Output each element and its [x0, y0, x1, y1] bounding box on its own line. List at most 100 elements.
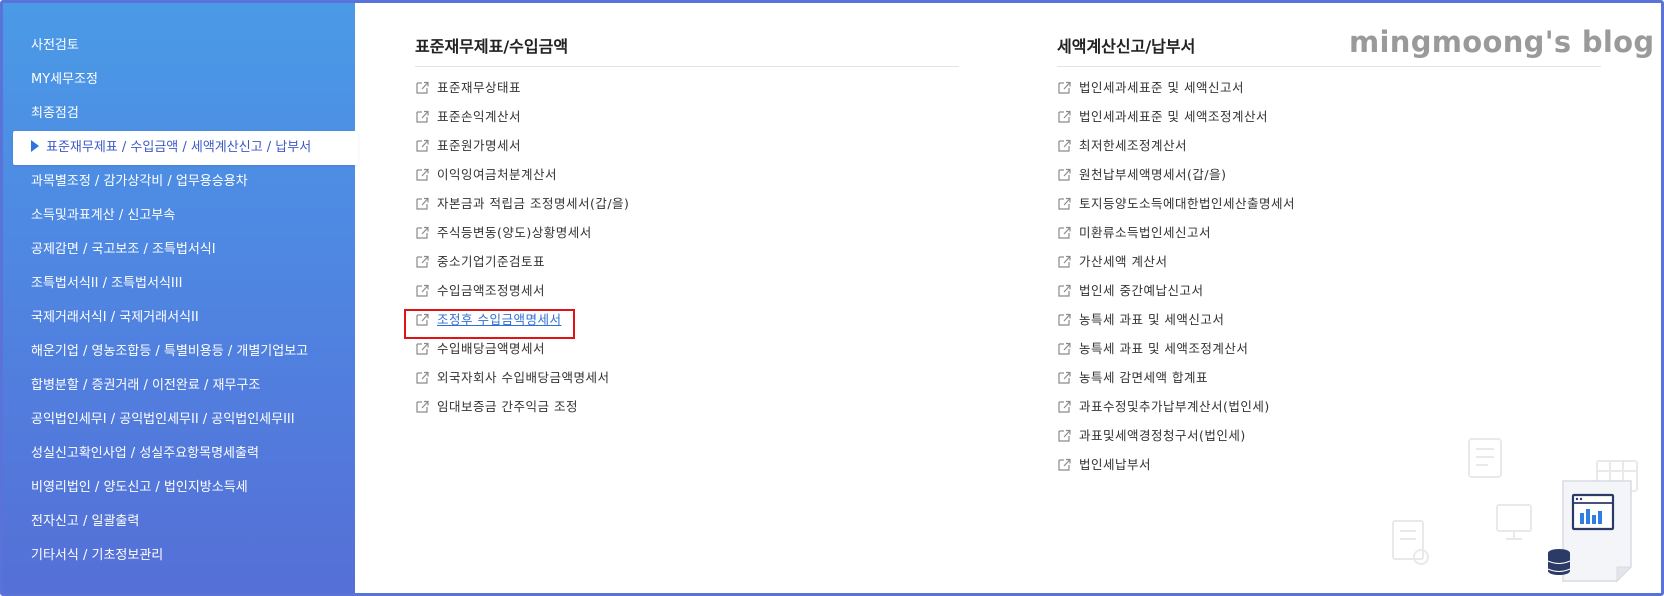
external-link-icon	[1058, 197, 1071, 210]
external-link-icon	[1058, 342, 1071, 355]
app-frame: 사전검토 MY세무조정 최종점검 표준재무제표 / 수입금액 / 세액계산신고 …	[0, 0, 1664, 596]
right-column-title: 세액계산신고/납부서	[1057, 37, 1196, 56]
right-column-link-4[interactable]: 토지등양도소득에대한법인세산출명세서	[1057, 193, 1295, 215]
sidebar-item-label: 비영리법인 / 양도신고 / 법인지방소득세	[31, 480, 248, 495]
left-column-link-6[interactable]: 중소기업기준검토표	[415, 251, 545, 273]
link-label: 농특세 과표 및 세액신고서	[1079, 312, 1225, 327]
left-column-link-3[interactable]: 이익잉여금처분계산서	[415, 164, 557, 186]
left-column-link-1[interactable]: 표준손익계산서	[415, 106, 521, 128]
sidebar-item-my-tax-adjust[interactable]: MY세무조정	[3, 63, 355, 97]
sidebar-item-public-corp[interactable]: 공익법인세무I / 공익법인세무II / 공익법인세무III	[3, 403, 355, 437]
external-link-icon	[1058, 400, 1071, 413]
sidebar-item-label: 합병분할 / 증권거래 / 이전완료 / 재무구조	[31, 378, 261, 393]
external-link-icon	[1058, 110, 1071, 123]
sidebar-item-label: 조특법서식II / 조특법서식III	[31, 276, 183, 291]
right-column-link-9[interactable]: 농특세 과표 및 세액조정계산서	[1057, 338, 1248, 360]
sidebar-item-final-check[interactable]: 최종점검	[3, 97, 355, 131]
left-column-link-2[interactable]: 표준원가명세서	[415, 135, 521, 157]
right-column-link-8[interactable]: 농특세 과표 및 세액신고서	[1057, 309, 1224, 331]
sidebar-item-income-calc[interactable]: 소득및과표계산 / 신고부속	[3, 199, 355, 233]
sidebar-item-account-adjust[interactable]: 과목별조정 / 감가상각비 / 업무용승용차	[3, 165, 355, 199]
sidebar-item-e-filing[interactable]: 전자신고 / 일괄출력	[3, 505, 355, 539]
link-label: 표준재무상태표	[437, 80, 522, 95]
link-label: 원천납부세액명세서(갑/을)	[1079, 167, 1227, 182]
sidebar-item-others[interactable]: 기타서식 / 기초정보관리	[3, 539, 355, 573]
sidebar-item-sincere-report[interactable]: 성실신고확인사업 / 성실주요항목명세출력	[3, 437, 355, 471]
link-label: 법인세 중간예납신고서	[1079, 283, 1204, 298]
left-column-link-9[interactable]: 수입배당금액명세서	[415, 338, 545, 360]
link-label: 미환류소득법인세신고서	[1079, 225, 1212, 240]
sidebar-item-label: 해운기업 / 영농조합등 / 특별비용등 / 개별기업보고	[31, 344, 309, 359]
right-column-link-3[interactable]: 원천납부세액명세서(갑/을)	[1057, 164, 1226, 186]
sidebar: 사전검토 MY세무조정 최종점검 표준재무제표 / 수입금액 / 세액계산신고 …	[3, 3, 358, 593]
external-link-icon	[1058, 255, 1071, 268]
external-link-icon	[416, 168, 429, 181]
blog-watermark: mingmoong's blog	[1349, 25, 1655, 59]
sidebar-item-label: 과목별조정 / 감가상각비 / 업무용승용차	[31, 174, 248, 189]
left-column-link-0[interactable]: 표준재무상태표	[415, 77, 521, 99]
external-link-icon	[1058, 81, 1071, 94]
link-label: 이익잉여금처분계산서	[437, 167, 558, 182]
left-column-link-4[interactable]: 자본금과 적립금 조정명세서(갑/을)	[415, 193, 629, 215]
sidebar-item-precheck[interactable]: 사전검토	[3, 29, 355, 63]
link-label: 표준손익계산서	[437, 109, 522, 124]
link-label: 과표및세액경정청구서(법인세)	[1079, 428, 1246, 443]
right-column-link-11[interactable]: 과표수정및추가납부계산서(법인세)	[1057, 396, 1270, 418]
sidebar-item-shipping[interactable]: 해운기업 / 영농조합등 / 특별비용등 / 개별기업보고	[3, 335, 355, 369]
external-link-icon	[1058, 458, 1071, 471]
right-column-link-1[interactable]: 법인세과세표준 및 세액조정계산서	[1057, 106, 1268, 128]
left-column-link-7[interactable]: 수입금액조정명세서	[415, 280, 545, 302]
right-column-link-5[interactable]: 미환류소득법인세신고서	[1057, 222, 1211, 244]
external-link-icon	[416, 139, 429, 152]
sidebar-item-merger[interactable]: 합병분할 / 증권거래 / 이전완료 / 재무구조	[3, 369, 355, 403]
link-label: 가산세액 계산서	[1079, 254, 1168, 269]
sidebar-item-label: 소득및과표계산 / 신고부속	[31, 208, 176, 223]
external-link-icon	[1058, 313, 1071, 326]
sidebar-item-special-tax-forms[interactable]: 조특법서식II / 조특법서식III	[3, 267, 355, 301]
sidebar-item-label: 국제거래서식I / 국제거래서식II	[31, 310, 199, 325]
external-link-icon	[416, 284, 429, 297]
link-label: 중소기업기준검토표	[437, 254, 546, 269]
triangle-right-icon	[31, 140, 39, 152]
external-link-icon	[1058, 371, 1071, 384]
sidebar-item-label: 표준재무제표 / 수입금액 / 세액계산신고 / 납부서	[46, 140, 312, 155]
left-column-title: 표준재무제표/수입금액	[415, 37, 569, 56]
link-label: 법인세과세표준 및 세액조정계산서	[1079, 109, 1268, 124]
external-link-icon	[416, 400, 429, 413]
right-column-link-12[interactable]: 과표및세액경정청구서(법인세)	[1057, 425, 1246, 447]
right-column-link-2[interactable]: 최저한세조정계산서	[1057, 135, 1187, 157]
external-link-icon	[1058, 226, 1071, 239]
external-link-icon	[416, 226, 429, 239]
right-column-link-6[interactable]: 가산세액 계산서	[1057, 251, 1167, 273]
sidebar-item-deduction[interactable]: 공제감면 / 국고보조 / 조특법서식I	[3, 233, 355, 267]
link-label: 주식등변동(양도)상황명세서	[437, 225, 592, 240]
sidebar-item-label: MY세무조정	[31, 72, 98, 87]
link-label: 수입배당금액명세서	[437, 341, 546, 356]
left-column-link-5[interactable]: 주식등변동(양도)상황명세서	[415, 222, 592, 244]
left-column-link-11[interactable]: 임대보증금 간주익금 조정	[415, 396, 578, 418]
external-link-icon	[416, 81, 429, 94]
sidebar-item-nonprofit[interactable]: 비영리법인 / 양도신고 / 법인지방소득세	[3, 471, 355, 505]
link-label: 수입금액조정명세서	[437, 283, 546, 298]
sidebar-item-label: 기타서식 / 기초정보관리	[31, 548, 164, 563]
external-link-icon	[416, 342, 429, 355]
left-column-link-10[interactable]: 외국자회사 수입배당금액명세서	[415, 367, 609, 389]
right-column-link-10[interactable]: 농특세 감면세액 합계표	[1057, 367, 1208, 389]
link-label: 법인세과세표준 및 세액신고서	[1079, 80, 1244, 95]
sidebar-item-international[interactable]: 국제거래서식I / 국제거래서식II	[3, 301, 355, 335]
link-label: 최저한세조정계산서	[1079, 138, 1188, 153]
sidebar-item-label: 공제감면 / 국고보조 / 조특법서식I	[31, 242, 216, 257]
right-column-link-0[interactable]: 법인세과세표준 및 세액신고서	[1057, 77, 1244, 99]
right-column-link-13[interactable]: 법인세납부서	[1057, 454, 1151, 476]
document-illustration-icon	[1392, 438, 1638, 583]
sidebar-item-label: 전자신고 / 일괄출력	[31, 514, 140, 529]
right-column-link-7[interactable]: 법인세 중간예납신고서	[1057, 280, 1203, 302]
link-label: 자본금과 적립금 조정명세서(갑/을)	[437, 196, 630, 211]
link-label: 과표수정및추가납부계산서(법인세)	[1079, 399, 1270, 414]
sidebar-item-financial-statements[interactable]: 표준재무제표 / 수입금액 / 세액계산신고 / 납부서	[13, 131, 358, 165]
link-label: 표준원가명세서	[437, 138, 522, 153]
link-label: 농특세 과표 및 세액조정계산서	[1079, 341, 1249, 356]
link-label: 법인세납부서	[1079, 457, 1152, 472]
external-link-icon	[416, 197, 429, 210]
sidebar-item-label: 성실신고확인사업 / 성실주요항목명세출력	[31, 446, 259, 461]
